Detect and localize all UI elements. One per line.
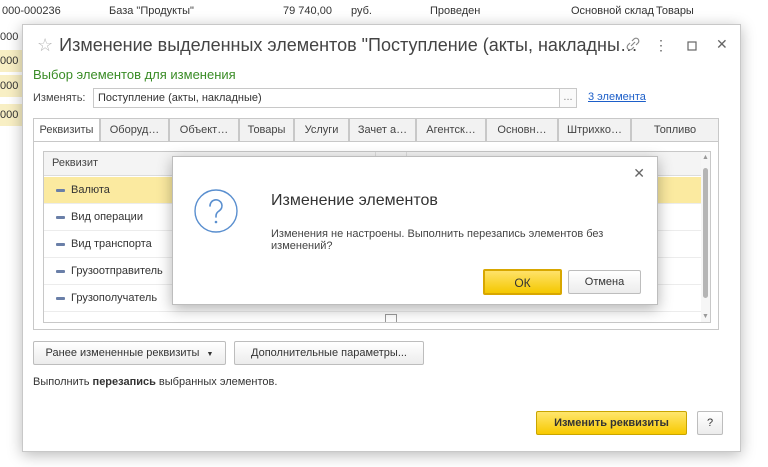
grid-row-label: Грузополучатель (71, 292, 158, 304)
bg-fragment: 000 (0, 31, 19, 43)
cancel-button[interactable]: Отмена (568, 270, 641, 294)
tab-fuel[interactable]: Топливо (631, 118, 719, 142)
help-button[interactable]: ? (697, 411, 723, 435)
field-icon (56, 270, 65, 273)
bg-doc-base: База "Продукты" (109, 5, 194, 17)
scroll-up-icon[interactable]: ▲ (702, 154, 709, 161)
question-icon (193, 188, 239, 234)
bg-doc-number: 000-000236 (2, 5, 61, 17)
bg-doc-warehouse: Основной склад (571, 5, 654, 17)
field-icon (56, 189, 65, 192)
link-icon[interactable] (626, 37, 640, 54)
tab-requisites[interactable]: Реквизиты (33, 118, 100, 143)
prev-changed-button[interactable]: Ранее измененные реквизиты ▼ (33, 341, 226, 365)
scroll-down-icon[interactable]: ▼ (702, 313, 709, 320)
hint-prefix: Выполнить (33, 376, 93, 388)
bg-fragment: 000 (0, 55, 19, 67)
tab-offset[interactable]: Зачет а… (349, 118, 416, 142)
grid-row-label: Грузоотправитель (71, 265, 163, 277)
tab-goods[interactable]: Товары (239, 118, 294, 142)
bg-doc-currency: руб. (351, 5, 372, 17)
field-icon (56, 297, 65, 300)
hint-suffix: выбранных элементов. (155, 376, 278, 388)
row-checkbox[interactable] (385, 314, 397, 322)
more-icon[interactable]: ⋮ (654, 37, 668, 54)
close-icon[interactable]: ✕ (716, 36, 728, 53)
bg-doc-status: Проведен (430, 5, 481, 17)
grid-row[interactable] (44, 312, 704, 322)
tab-barcodes[interactable]: Штрихко… (558, 118, 631, 142)
bg-doc-goods: Товары (656, 5, 694, 17)
dialog-title-text: Изменение выделенных элементов "Поступле… (59, 35, 638, 55)
change-label: Изменять: (33, 92, 86, 104)
ok-button[interactable]: ОК (483, 269, 562, 295)
field-icon (56, 243, 65, 246)
select-button[interactable]: ... (560, 88, 577, 108)
grid-scrollbar[interactable]: ▲ ▼ (701, 152, 710, 322)
subtitle: Выбор элементов для изменения (33, 67, 236, 82)
bg-fragment: 000 (0, 80, 19, 92)
confirm-modal: ✕ Изменение элементов Изменения не настр… (172, 156, 658, 305)
close-icon[interactable]: ✕ (633, 165, 645, 182)
maximize-icon[interactable] (687, 38, 697, 54)
hint-text: Выполнить перезапись выбранных элементов… (33, 376, 277, 388)
apply-changes-button[interactable]: Изменить реквизиты (536, 411, 687, 435)
modal-title: Изменение элементов (271, 192, 438, 209)
tab-services[interactable]: Услуги (294, 118, 349, 142)
grid-row-label: Валюта (71, 184, 110, 196)
modal-message: Изменения не настроены. Выполнить переза… (271, 228, 604, 252)
bg-fragment: 000 (0, 109, 19, 121)
star-icon[interactable]: ☆ (37, 35, 53, 55)
bg-list-row[interactable]: 000-000236 База "Продукты" 79 740,00 руб… (0, 0, 768, 22)
dialog-title: ☆ Изменение выделенных элементов "Поступл… (37, 35, 638, 56)
tab-agent[interactable]: Агентск… (416, 118, 486, 142)
extra-params-button[interactable]: Дополнительные параметры... (234, 341, 424, 365)
grid-header-requisite[interactable]: Реквизит (52, 157, 98, 169)
prev-changed-label: Ранее измененные реквизиты (45, 347, 200, 359)
grid-row-label: Вид транспорта (71, 238, 152, 250)
elements-link[interactable]: 3 элемента (588, 91, 646, 103)
tab-main[interactable]: Основн… (486, 118, 558, 142)
scroll-thumb[interactable] (703, 168, 708, 298)
field-icon (56, 216, 65, 219)
change-type-input[interactable]: Поступление (акты, накладные) (93, 88, 560, 108)
tab-equipment[interactable]: Оборуд… (100, 118, 169, 142)
hint-bold: перезапись (92, 376, 156, 388)
dropdown-arrow-icon: ▼ (206, 351, 214, 358)
bg-doc-amount: 79 740,00 (283, 5, 332, 17)
tab-objects[interactable]: Объект… (169, 118, 239, 142)
grid-row-label: Вид операции (71, 211, 143, 223)
